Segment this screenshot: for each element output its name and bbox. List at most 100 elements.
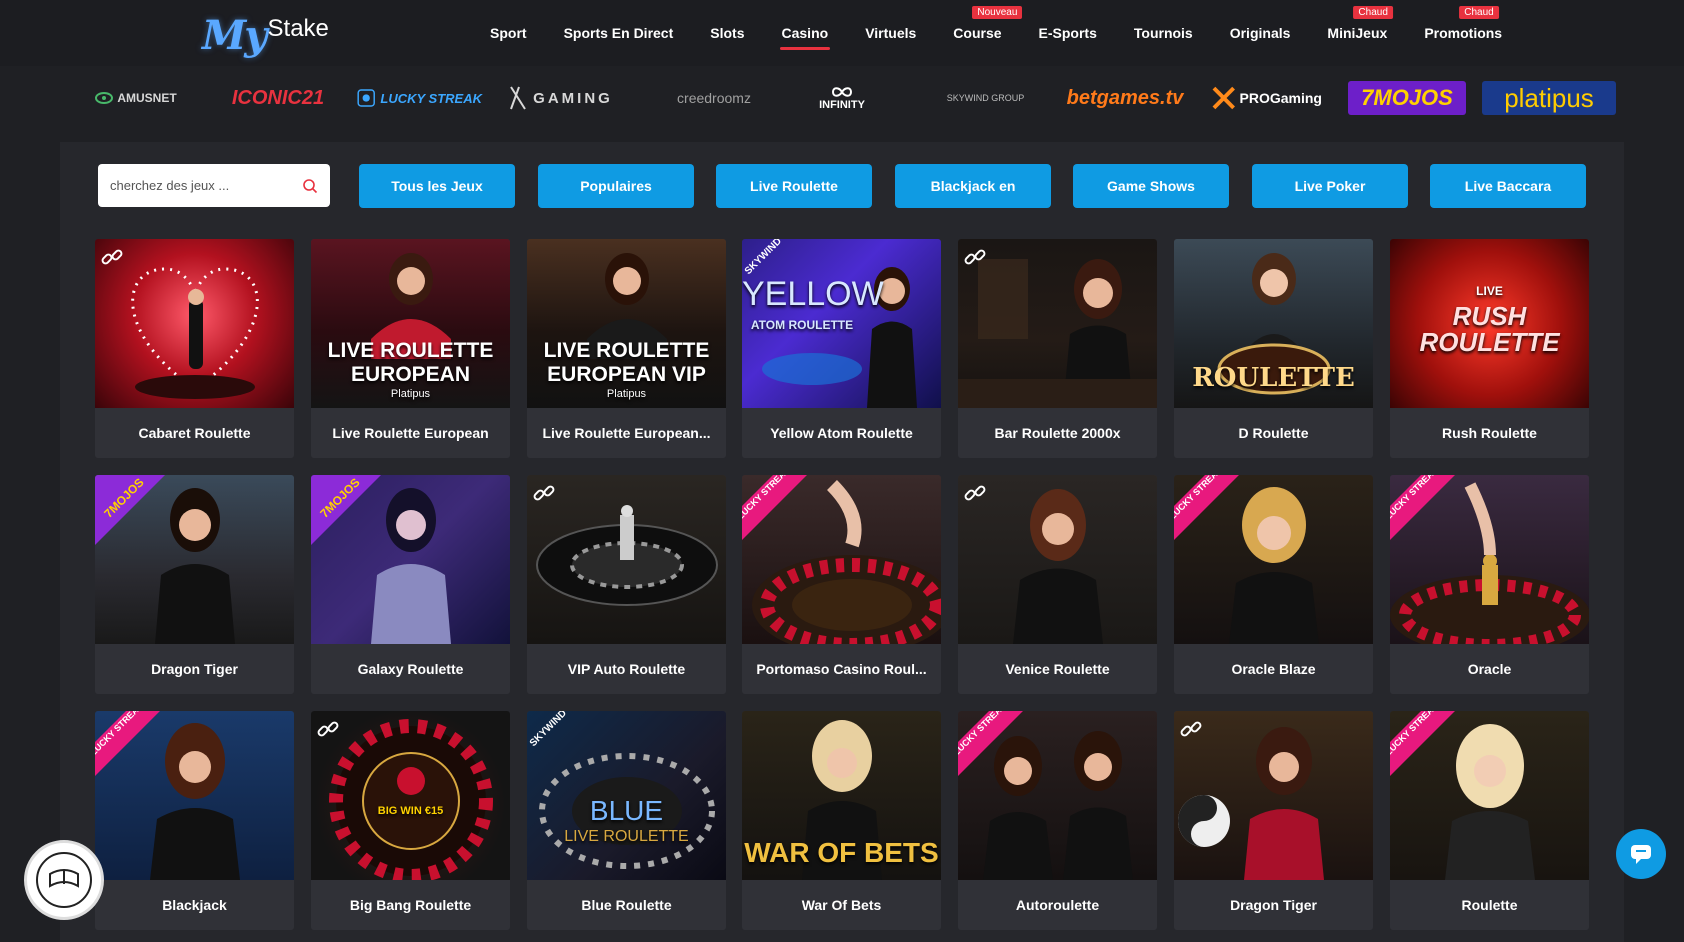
game-title: VIP Auto Roulette bbox=[567, 661, 686, 677]
nav-originals[interactable]: Originals bbox=[1230, 0, 1291, 66]
book-of-bonus-badge[interactable] bbox=[24, 840, 104, 920]
game-card[interactable]: LUCKY STREAK Oracle bbox=[1390, 475, 1589, 694]
game-thumbnail: BLUE LIVE ROULETTE SKYWIND bbox=[527, 711, 726, 880]
game-card[interactable]: 7MOJOS Galaxy Roulette bbox=[311, 475, 510, 694]
nav-minijeux[interactable]: Chaud MiniJeux bbox=[1327, 0, 1393, 66]
search-input[interactable] bbox=[110, 164, 290, 207]
game-thumbnail bbox=[95, 239, 294, 408]
game-card[interactable]: BIG WIN €15 Big Bang Roulette bbox=[311, 711, 510, 930]
category-blackjack[interactable]: Blackjack en bbox=[895, 164, 1051, 208]
provider-betgames[interactable]: betgames.tv bbox=[1058, 76, 1192, 120]
provider-infinity[interactable]: INFINITY bbox=[800, 76, 884, 120]
game-thumbnail: BIG WIN €15 bbox=[311, 711, 510, 880]
provider-progaming[interactable]: PROGaming bbox=[1210, 76, 1322, 120]
provider-7mojos[interactable]: 7MOJOS bbox=[1348, 81, 1466, 115]
game-thumbnail: LIVE ROULETTE EUROPEAN VIP Platipus bbox=[527, 239, 726, 408]
provider-amusnet[interactable]: AMUSNET bbox=[92, 76, 180, 120]
game-title: Portomaso Casino Roul... bbox=[756, 661, 927, 677]
category-live-roulette[interactable]: Live Roulette bbox=[716, 164, 872, 208]
game-card[interactable]: Cabaret Roulette bbox=[95, 239, 294, 458]
logo-stake-text: Stake bbox=[267, 15, 329, 42]
game-card[interactable]: LIVE RUSH ROULETTE Rush Roulette bbox=[1390, 239, 1589, 458]
nav-sport[interactable]: Sport bbox=[490, 0, 527, 66]
thumb-title-text: ROULETTE bbox=[1192, 363, 1355, 393]
game-thumbnail: LIVE RUSH ROULETTE bbox=[1390, 239, 1589, 408]
game-title: War Of Bets bbox=[801, 897, 882, 913]
provider-iconic21[interactable]: ICONIC21 bbox=[232, 76, 324, 120]
nav-promotions[interactable]: Chaud Promotions bbox=[1424, 0, 1502, 66]
category-populaires[interactable]: Populaires bbox=[538, 164, 694, 208]
search-icon[interactable] bbox=[302, 178, 318, 194]
game-title: Cabaret Roulette bbox=[138, 425, 251, 441]
thumb-title-text: WAR OF BETS bbox=[744, 837, 939, 868]
game-thumbnail: LIVE ROULETTE EUROPEAN Platipus bbox=[311, 239, 510, 408]
lucky-streak-logo-icon bbox=[357, 89, 375, 107]
game-card[interactable]: YELLOW ATOM ROULETTE SKYWIND Yellow Atom… bbox=[742, 239, 941, 458]
game-title: Big Bang Roulette bbox=[349, 897, 472, 913]
chat-bubble-icon bbox=[1631, 845, 1651, 864]
game-title: Oracle bbox=[1467, 661, 1512, 677]
provider-skywind[interactable]: SKYWIND GROUP bbox=[944, 76, 1025, 120]
game-title: Live Roulette European... bbox=[542, 425, 711, 441]
thumb-subtitle-text: ATOM ROULETTE bbox=[750, 318, 854, 332]
category-live-baccara[interactable]: Live Baccara bbox=[1430, 164, 1586, 208]
game-card[interactable]: LUCKY STREAK Portomaso Casino Roul... bbox=[742, 475, 941, 694]
main-nav: Sport Sports En Direct Slots Casino Virt… bbox=[490, 0, 1539, 66]
game-title: D Roulette bbox=[1238, 425, 1309, 441]
category-live-poker[interactable]: Live Poker bbox=[1252, 164, 1408, 208]
game-card[interactable]: Dragon Tiger bbox=[1174, 711, 1373, 930]
game-card[interactable]: Bar Roulette 2000x bbox=[958, 239, 1157, 458]
link-icon bbox=[1180, 721, 1202, 737]
nav-slots[interactable]: Slots bbox=[710, 0, 744, 66]
thumb-title-text: BLUE bbox=[589, 795, 664, 826]
category-game-shows[interactable]: Game Shows bbox=[1073, 164, 1229, 208]
game-thumbnail: LUCKY STREAK bbox=[1174, 475, 1373, 644]
game-card[interactable]: WAR OF BETS War Of Bets bbox=[742, 711, 941, 930]
link-icon bbox=[101, 249, 123, 265]
provider-lucky-streak[interactable]: LUCKY STREAK bbox=[356, 76, 482, 120]
game-card[interactable]: Venice Roulette bbox=[958, 475, 1157, 694]
link-icon bbox=[964, 249, 986, 265]
link-icon bbox=[317, 721, 339, 737]
chat-button[interactable] bbox=[1616, 829, 1666, 879]
nav-e-sports[interactable]: E-Sports bbox=[1039, 0, 1097, 66]
category-tous-les-jeux[interactable]: Tous les Jeux bbox=[359, 164, 515, 208]
game-thumbnail bbox=[958, 475, 1157, 644]
game-title: Autoroulette bbox=[1015, 897, 1100, 913]
thumb-provider-text: Platipus bbox=[390, 388, 431, 400]
nav-tournois[interactable]: Tournois bbox=[1134, 0, 1193, 66]
mystake-logo[interactable]: My Stake bbox=[202, 12, 329, 56]
nav-virtuels[interactable]: Virtuels bbox=[865, 0, 916, 66]
game-title: Roulette bbox=[1461, 897, 1518, 913]
game-thumbnail: LUCKY STREAK bbox=[1390, 475, 1589, 644]
progaming-logo-icon bbox=[1212, 86, 1235, 110]
game-title: Oracle Blaze bbox=[1231, 661, 1316, 677]
game-card[interactable]: ROULETTE D Roulette bbox=[1174, 239, 1373, 458]
nav-casino[interactable]: Casino bbox=[779, 0, 830, 66]
provider-creedroomz[interactable]: creedroomz bbox=[654, 76, 774, 120]
game-title: Bar Roulette 2000x bbox=[994, 425, 1121, 441]
game-card[interactable]: VIP Auto Roulette bbox=[527, 475, 726, 694]
provider-sa-gaming[interactable]: GAMING bbox=[506, 76, 614, 120]
nav-course[interactable]: Nouveau Course bbox=[953, 0, 1023, 66]
game-card[interactable]: LUCKY STREAK Blackjack bbox=[95, 711, 294, 930]
game-card[interactable]: LUCKY STREAK Autoroulette bbox=[958, 711, 1157, 930]
game-card[interactable]: 7MOJOS Dragon Tiger bbox=[95, 475, 294, 694]
game-thumbnail: YELLOW ATOM ROULETTE SKYWIND bbox=[742, 239, 941, 408]
game-thumbnail: ROULETTE bbox=[1174, 239, 1373, 408]
provider-platipus[interactable]: platipus bbox=[1482, 81, 1616, 115]
amusnet-logo-icon bbox=[95, 92, 114, 104]
game-thumbnail: LUCKY STREAK bbox=[958, 711, 1157, 880]
game-thumbnail: 7MOJOS bbox=[95, 475, 294, 644]
game-thumbnail bbox=[1174, 711, 1373, 880]
search-box[interactable] bbox=[98, 164, 330, 207]
game-card[interactable]: LIVE ROULETTE EUROPEAN VIP Platipus Live… bbox=[527, 239, 726, 458]
hot-badge: Chaud bbox=[1353, 6, 1393, 19]
game-title: Dragon Tiger bbox=[1230, 897, 1317, 913]
game-card[interactable]: LUCKY STREAK Oracle Blaze bbox=[1174, 475, 1373, 694]
game-card[interactable]: LIVE ROULETTE EUROPEAN Platipus Live Rou… bbox=[311, 239, 510, 458]
game-thumbnail: 7MOJOS bbox=[311, 475, 510, 644]
game-card[interactable]: BLUE LIVE ROULETTE SKYWIND Blue Roulette bbox=[527, 711, 726, 930]
game-card[interactable]: LUCKY STREAK Roulette bbox=[1390, 711, 1589, 930]
nav-sports-en-direct[interactable]: Sports En Direct bbox=[564, 0, 674, 66]
